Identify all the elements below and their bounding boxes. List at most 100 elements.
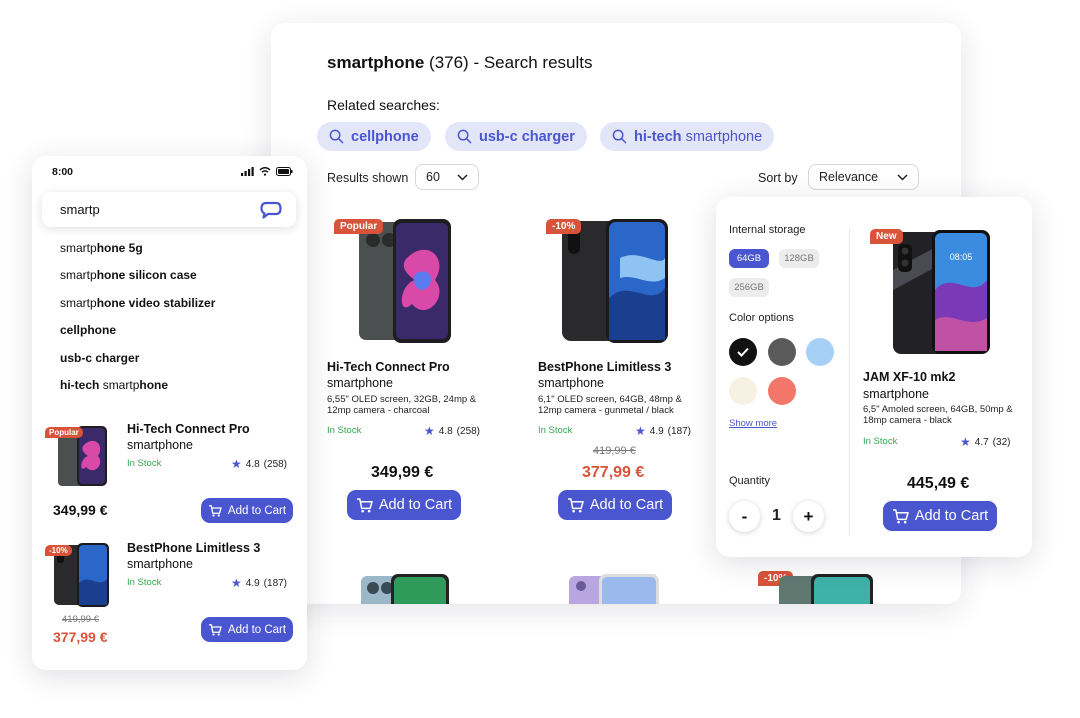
- add-to-cart-button[interactable]: Add to Cart: [347, 490, 461, 520]
- mobile-search-panel: 8:00 smartp smartphone 5g smartphone sil…: [32, 156, 307, 670]
- search-icon: [457, 129, 472, 144]
- show-more-link[interactable]: Show more: [729, 418, 777, 429]
- product-description: 6,5" Amoled screen, 64GB, 50mp & 18mp ca…: [863, 404, 1013, 426]
- star-icon: ★: [231, 576, 242, 590]
- product-rating: ★ 4.8 (258): [231, 457, 288, 471]
- internal-storage-label: Internal storage: [729, 224, 806, 236]
- product-rating: ★ 4.8 (258): [424, 424, 481, 438]
- product-category: smartphone: [327, 376, 394, 390]
- results-shown-label: Results shown: [327, 171, 409, 185]
- product-name[interactable]: BestPhone Limitless 3: [538, 360, 671, 374]
- product-category: smartphone: [127, 557, 194, 571]
- product-image: [359, 219, 451, 343]
- product-image: 08:05: [893, 230, 990, 354]
- cart-icon: [892, 508, 909, 523]
- star-icon: ★: [635, 424, 646, 438]
- suggestion-item[interactable]: hi-tech smartphone: [60, 378, 168, 392]
- storage-option-64gb[interactable]: 64GB: [729, 249, 769, 268]
- battery-icon: [276, 167, 293, 176]
- suggestion-item[interactable]: smartphone silicon case: [60, 268, 197, 282]
- suggestion-item[interactable]: cellphone: [60, 323, 116, 337]
- suggestion-item[interactable]: smartphone 5g: [60, 241, 143, 255]
- product-rating: ★ 4.9 (187): [635, 424, 692, 438]
- product-options-panel: Internal storage 64GB 128GB 256GB Color …: [716, 197, 1032, 557]
- screen-clock: 08:05: [950, 252, 973, 262]
- popular-badge: Popular: [334, 219, 384, 234]
- popular-badge: Popular: [45, 427, 83, 438]
- status-bar-icons: [241, 167, 293, 176]
- quantity-increase-button[interactable]: +: [793, 501, 824, 532]
- chevron-down-icon: [457, 173, 468, 181]
- page-title: smartphone (376) - Search results: [327, 53, 593, 72]
- add-to-cart-button[interactable]: Add to Cart: [201, 498, 293, 523]
- product-image: [361, 574, 449, 604]
- color-swatch-gray[interactable]: [768, 338, 796, 366]
- search-icon: [612, 129, 627, 144]
- suggestion-item[interactable]: smartphone video stabilizer: [60, 296, 215, 310]
- color-swatch-blue[interactable]: [806, 338, 834, 366]
- color-swatch-coral[interactable]: [768, 377, 796, 405]
- product-rating: ★ 4.9 (187): [231, 576, 288, 590]
- cart-icon: [208, 623, 222, 636]
- related-search-hi-tech-smartphone[interactable]: hi-tech smartphone: [600, 122, 775, 151]
- product-price: 349,99 €: [53, 502, 108, 518]
- storage-option-128gb[interactable]: 128GB: [779, 249, 819, 268]
- product-image: [779, 574, 873, 604]
- stock-status: In Stock: [538, 425, 573, 436]
- results-shown-select[interactable]: 60: [415, 164, 479, 190]
- wifi-icon: [259, 167, 271, 176]
- status-time: 8:00: [52, 166, 74, 178]
- color-options-label: Color options: [729, 312, 794, 324]
- star-icon: ★: [424, 424, 435, 438]
- star-icon: ★: [231, 457, 242, 471]
- discount-badge: -10%: [45, 545, 72, 556]
- quantity-decrease-button[interactable]: -: [729, 501, 760, 532]
- stock-status: In Stock: [127, 577, 162, 588]
- sale-price: 377,99 €: [582, 464, 645, 481]
- cart-icon: [208, 504, 222, 517]
- product-name[interactable]: Hi-Tech Connect Pro: [327, 360, 450, 374]
- divider: [849, 229, 850, 535]
- add-to-cart-button[interactable]: Add to Cart: [558, 490, 672, 520]
- add-to-cart-button[interactable]: Add to Cart: [883, 501, 997, 531]
- product-category: smartphone: [127, 438, 194, 452]
- sale-price: 377,99 €: [53, 629, 108, 645]
- search-icon: [329, 129, 344, 144]
- sort-by-label: Sort by: [758, 171, 798, 185]
- color-swatch-black[interactable]: [729, 338, 757, 366]
- color-swatch-cream[interactable]: [729, 377, 757, 405]
- add-to-cart-button[interactable]: Add to Cart: [201, 617, 293, 642]
- related-search-cellphone[interactable]: cellphone: [317, 122, 431, 151]
- product-name[interactable]: JAM XF-10 mk2: [863, 370, 955, 384]
- related-search-usb-c-charger[interactable]: usb-c charger: [445, 122, 587, 151]
- chat-bubble-icon[interactable]: [260, 201, 282, 219]
- sort-by-select[interactable]: Relevance: [808, 164, 919, 190]
- signal-icon: [241, 167, 254, 176]
- related-searches-label: Related searches:: [327, 97, 440, 113]
- checkmark-icon: [737, 347, 749, 357]
- star-icon: ★: [960, 435, 971, 449]
- product-description: 6,1" OLED screen, 64GB, 48mp & 12mp came…: [538, 394, 682, 416]
- chevron-down-icon: [897, 173, 908, 181]
- product-price: 445,49 €: [907, 475, 970, 492]
- mobile-search-input[interactable]: smartp: [42, 192, 296, 227]
- quantity-value[interactable]: 1: [772, 507, 781, 525]
- product-category: smartphone: [863, 387, 930, 401]
- product-price: 349,99 €: [371, 464, 434, 481]
- product-rating: ★ 4.7 (32): [960, 435, 1011, 449]
- quantity-label: Quantity: [729, 475, 770, 487]
- stock-status: In Stock: [127, 458, 162, 469]
- stock-status: In Stock: [863, 436, 898, 447]
- product-name[interactable]: BestPhone Limitless 3: [127, 541, 260, 555]
- stock-status: In Stock: [327, 425, 362, 436]
- product-image: [562, 219, 668, 343]
- discount-badge: -10%: [546, 219, 582, 234]
- suggestion-item[interactable]: usb-c charger: [60, 351, 139, 365]
- product-description: 6,55" OLED screen, 32GB, 24mp & 12mp cam…: [327, 394, 477, 416]
- original-price: 419,99 €: [62, 614, 99, 625]
- product-name[interactable]: Hi-Tech Connect Pro: [127, 422, 250, 436]
- cart-icon: [356, 497, 373, 512]
- storage-option-256gb[interactable]: 256GB: [729, 278, 769, 297]
- cart-icon: [567, 497, 584, 512]
- product-image: [569, 574, 659, 604]
